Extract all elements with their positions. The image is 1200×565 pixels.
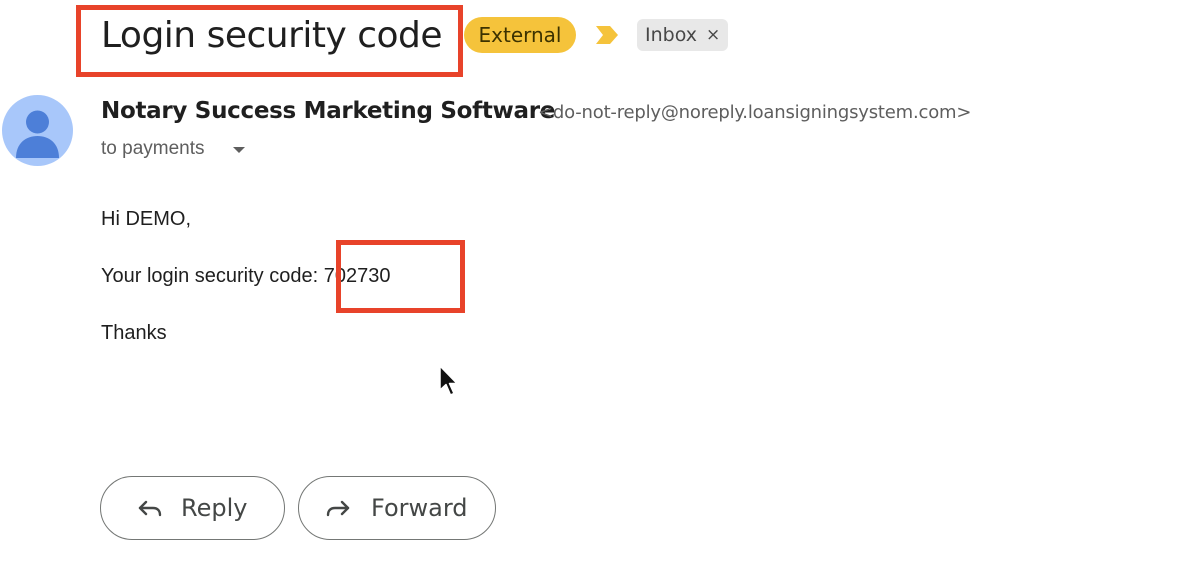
inbox-label: Inbox × — [637, 19, 728, 51]
importance-marker-icon[interactable] — [594, 24, 620, 46]
sender-email: <do-not-reply@noreply.loansigningsystem.… — [538, 102, 972, 123]
forward-arrow-icon — [326, 500, 350, 517]
email-greeting: Hi DEMO, — [101, 208, 191, 230]
subject-highlight-box — [76, 5, 463, 77]
security-code-prefix: Your login security code: — [101, 265, 324, 287]
reply-arrow-icon — [138, 500, 162, 517]
person-icon — [16, 110, 59, 158]
recipient-line: to payments — [101, 138, 205, 159]
reply-button[interactable]: Reply — [100, 476, 285, 540]
forward-button[interactable]: Forward — [298, 476, 496, 540]
email-signoff: Thanks — [101, 322, 167, 344]
sender-avatar[interactable] — [2, 95, 73, 166]
mouse-pointer-icon — [439, 365, 458, 396]
forward-button-label: Forward — [371, 494, 468, 522]
external-label: External — [464, 17, 576, 53]
inbox-label-text: Inbox — [645, 24, 697, 46]
code-highlight-box — [336, 240, 465, 313]
remove-label-button[interactable]: × — [706, 19, 720, 51]
reply-button-label: Reply — [181, 494, 248, 522]
chevron-down-icon[interactable] — [232, 145, 246, 155]
sender-name: Notary Success Marketing Software — [101, 98, 556, 124]
